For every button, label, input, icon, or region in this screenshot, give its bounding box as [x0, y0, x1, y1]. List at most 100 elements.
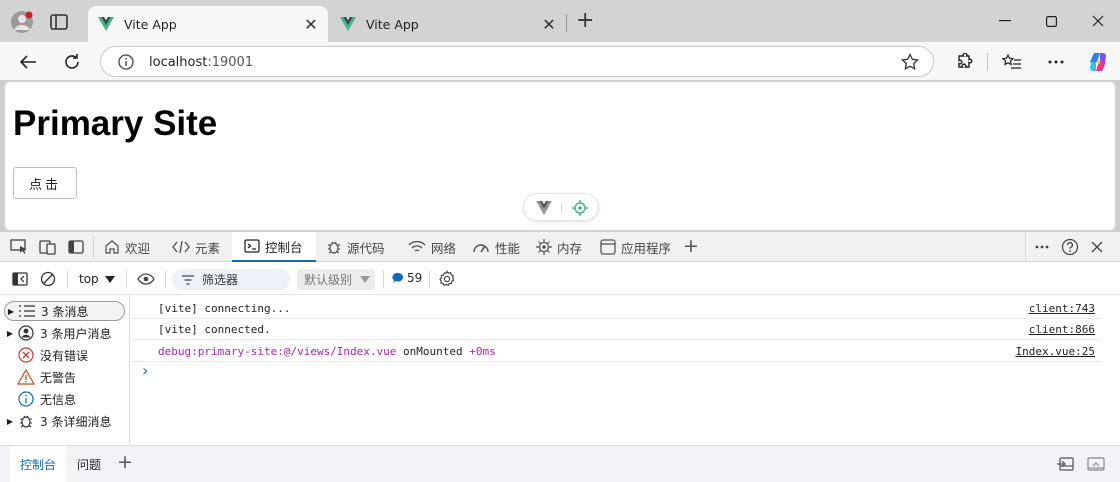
close-window-button[interactable] [1083, 8, 1113, 34]
favorites-list-icon [1002, 53, 1021, 69]
clear-console-icon[interactable] [37, 268, 59, 290]
log-source-link[interactable]: client:866 [1029, 323, 1095, 336]
log-row: debug:primary-site:@/views/Index.vue onM… [131, 340, 1101, 362]
copilot-icon [1090, 53, 1106, 71]
close-devtools-icon[interactable] [1086, 236, 1108, 258]
toolbar-divider [67, 271, 68, 288]
console-sidebar: ▶ 3 条消息 ▶ 3 条用户消息 没有错误 无警告 无信息 ▶ 3 条详细消息 [0, 295, 130, 445]
expand-arrow-icon[interactable]: ▶ [4, 329, 16, 338]
tab-sources[interactable]: 源代码 [326, 232, 385, 262]
sidebar-item-verbose[interactable]: ▶ 3 条详细消息 [4, 411, 125, 431]
debug-text: onMounted [396, 345, 470, 358]
context-selector[interactable]: top [79, 272, 115, 286]
expand-arrow-icon[interactable]: ▶ [4, 417, 16, 426]
sidebar-item-user-messages[interactable]: ▶ 3 条用户消息 [4, 323, 125, 343]
tab-divider [1025, 232, 1026, 262]
new-tab-button[interactable]: + [576, 10, 594, 32]
debug-namespace: debug:primary-site:@/views/Index.vue [158, 345, 397, 358]
expand-drawer-icon[interactable] [1085, 453, 1107, 475]
context-label: top [79, 272, 99, 286]
profile-avatar[interactable] [10, 10, 34, 34]
tab-application[interactable]: 应用程序 [600, 232, 671, 262]
devtools-more-icon[interactable] [1031, 236, 1053, 258]
back-button[interactable] [14, 48, 42, 76]
tab-label: 内存 [557, 240, 583, 256]
drawer-add-button[interactable]: + [117, 451, 133, 473]
console-prompt[interactable]: › [142, 361, 148, 380]
address-bar[interactable]: localhost:19001 [100, 46, 934, 77]
dock-side-icon[interactable] [65, 236, 87, 258]
favorites-button[interactable] [998, 48, 1026, 76]
maximize-button[interactable] [1036, 8, 1066, 34]
favorite-star-icon[interactable] [901, 53, 919, 71]
error-icon [18, 347, 34, 363]
dock-drawer-icon[interactable] [1054, 453, 1076, 475]
tab-welcome[interactable]: 欢迎 [104, 232, 150, 262]
inspect-element-icon[interactable] [8, 236, 30, 258]
issues-counter[interactable]: 59 [392, 271, 422, 285]
tab-console[interactable]: 控制台 [232, 232, 316, 262]
chip-icon [536, 239, 552, 255]
drawer-tab-console[interactable]: 控制台 [10, 446, 67, 482]
expand-arrow-icon[interactable]: ▶ [5, 307, 17, 316]
url-text[interactable]: localhost:19001 [149, 55, 253, 70]
log-source-link[interactable]: client:743 [1029, 302, 1095, 315]
sidebar-item-messages[interactable]: ▶ 3 条消息 [4, 301, 125, 321]
more-menu-button[interactable] [1042, 48, 1070, 76]
sidebar-item-warnings[interactable]: 无警告 [4, 367, 125, 387]
console-icon [244, 239, 260, 253]
console-toolbar: top 筛选器 默认级别 59 [0, 263, 1120, 295]
url-host: localhost [149, 55, 208, 70]
filter-input[interactable]: 筛选器 [172, 269, 290, 290]
device-emulation-icon[interactable] [37, 236, 59, 258]
level-label: 默认级别 [304, 273, 353, 287]
inspect-target-icon[interactable] [571, 199, 589, 217]
tab-network[interactable]: 网络 [408, 232, 456, 262]
add-tool-button[interactable]: + [683, 235, 699, 257]
tab-close-icon[interactable]: ✕ [302, 15, 320, 34]
info-icon[interactable] [118, 54, 134, 70]
extensions-button[interactable] [950, 48, 978, 76]
toolbar-divider [383, 271, 384, 288]
refresh-button[interactable] [58, 48, 86, 76]
tab-actions-icon[interactable] [50, 14, 68, 30]
sidebar-item-info[interactable]: 无信息 [4, 389, 125, 409]
dropdown-arrow-icon [104, 275, 115, 283]
console-settings-icon[interactable] [436, 268, 458, 290]
home-icon [105, 240, 119, 254]
tab-label: 性能 [495, 240, 521, 256]
list-icon [19, 305, 35, 317]
bug-icon [328, 241, 340, 254]
tab-vite-app-active[interactable]: Vite App ✕ [88, 6, 328, 42]
tab-elements[interactable]: 元素 [172, 232, 220, 262]
vue-devtools-toggle[interactable] [523, 193, 599, 221]
issues-count: 59 [407, 271, 423, 285]
tab-close-icon[interactable]: ✕ [540, 15, 558, 34]
click-button[interactable]: 点击 [13, 167, 77, 199]
vue-logo-icon[interactable] [536, 201, 552, 215]
app-window-icon [600, 239, 616, 255]
tab-performance[interactable]: 性能 [472, 232, 520, 262]
help-icon[interactable] [1059, 236, 1081, 258]
back-arrow-icon [19, 55, 36, 69]
sidebar-item-label: 没有错误 [40, 348, 89, 363]
refresh-icon [65, 54, 79, 69]
page-title: Primary Site [13, 104, 218, 143]
live-expression-icon[interactable] [135, 268, 157, 290]
toggle-sidebar-icon[interactable] [9, 268, 31, 290]
minimize-button[interactable] [990, 8, 1020, 34]
tab-vite-app[interactable]: Vite App ✕ [330, 6, 566, 42]
drawer-tab-issues[interactable]: 问题 [67, 446, 111, 482]
sidebar-item-errors[interactable]: 没有错误 [4, 345, 125, 365]
warning-icon [17, 369, 35, 385]
tab-label: 网络 [431, 240, 457, 256]
log-level-select[interactable]: 默认级别 [297, 269, 375, 290]
log-message: [vite] connecting... [158, 302, 291, 315]
copilot-button[interactable] [1084, 48, 1112, 76]
log-source-link[interactable]: Index.vue:25 [1016, 345, 1095, 358]
log-row: [vite] connected. client:866 [131, 318, 1101, 340]
devtools-tab-bar: 欢迎 元素 控制台 源代码 网络 性能 内存 应用程序 + [0, 232, 1120, 262]
sidebar-item-label: 3 条用户消息 [40, 326, 112, 341]
tab-memory[interactable]: 内存 [536, 232, 582, 262]
dropdown-arrow-icon [360, 276, 371, 283]
